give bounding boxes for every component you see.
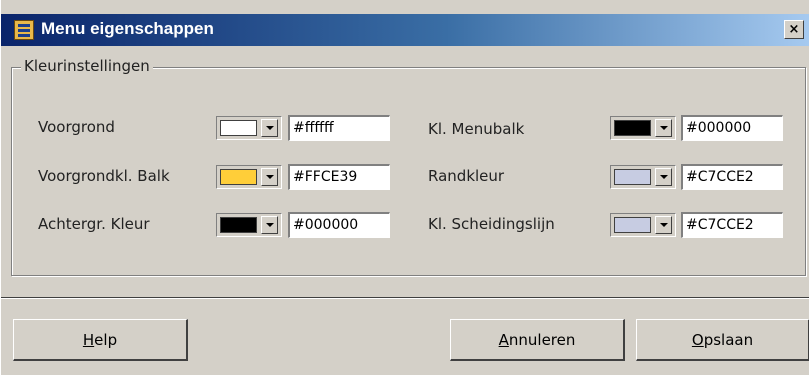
- save-label: pslaan: [703, 330, 754, 349]
- separator-color-label: Kl. Scheidingslijn: [428, 215, 555, 233]
- border-color-label: Randkleur: [428, 167, 505, 185]
- help-mnemonic: H: [82, 330, 95, 349]
- chevron-down-icon[interactable]: [261, 216, 278, 234]
- border-color-hex-input[interactable]: #C7CCE2: [681, 164, 783, 190]
- separator-color-hex-input[interactable]: #C7CCE2: [681, 212, 783, 238]
- chevron-down-icon[interactable]: [261, 168, 278, 186]
- chevron-down-icon[interactable]: [655, 168, 672, 186]
- cancel-mnemonic: A: [498, 330, 509, 349]
- help-label: elp: [94, 330, 118, 349]
- dialog-window: Menu eigenschappen × Kleurinstellingen V…: [0, 0, 809, 375]
- menubar-color-picker[interactable]: [610, 116, 676, 140]
- color-swatch: [220, 120, 257, 136]
- group-title: Kleurinstellingen: [21, 57, 153, 75]
- menubar-hex-input[interactable]: #000000: [681, 115, 783, 141]
- background-color-picker[interactable]: [216, 213, 282, 237]
- color-swatch: [220, 169, 257, 185]
- cancel-label: nnuleren: [508, 330, 576, 349]
- color-swatch: [614, 217, 651, 233]
- background-color-label: Achtergr. Kleur: [38, 215, 150, 233]
- menubar-color-label: Kl. Menubalk: [428, 120, 525, 138]
- foreground-hex-input[interactable]: #ffffff: [288, 115, 390, 141]
- help-button[interactable]: Help: [13, 319, 188, 361]
- cancel-button[interactable]: Annuleren: [450, 319, 625, 361]
- save-mnemonic: O: [691, 330, 704, 349]
- foreground-bar-color-picker[interactable]: [216, 165, 282, 189]
- title-bar[interactable]: Menu eigenschappen ×: [1, 14, 809, 46]
- chevron-down-icon[interactable]: [655, 216, 672, 234]
- background-color-hex-input[interactable]: #000000: [288, 212, 390, 238]
- color-swatch: [614, 120, 651, 136]
- divider: [1, 298, 809, 299]
- close-icon: ×: [788, 22, 800, 37]
- menu-properties-icon: [14, 20, 34, 40]
- window-title: Menu eigenschappen: [41, 19, 214, 38]
- foreground-label: Voorgrond: [38, 118, 115, 136]
- foreground-bar-label: Voorgrondkl. Balk: [38, 167, 170, 185]
- chevron-down-icon[interactable]: [655, 119, 672, 137]
- save-button[interactable]: Opslaan: [636, 319, 809, 361]
- chevron-down-icon[interactable]: [261, 119, 278, 137]
- separator-color-picker[interactable]: [610, 213, 676, 237]
- color-swatch: [614, 169, 651, 185]
- foreground-bar-hex-input[interactable]: #FFCE39: [288, 164, 390, 190]
- border-color-picker[interactable]: [610, 165, 676, 189]
- color-swatch: [220, 217, 257, 233]
- close-button[interactable]: ×: [784, 20, 804, 39]
- foreground-color-picker[interactable]: [216, 116, 282, 140]
